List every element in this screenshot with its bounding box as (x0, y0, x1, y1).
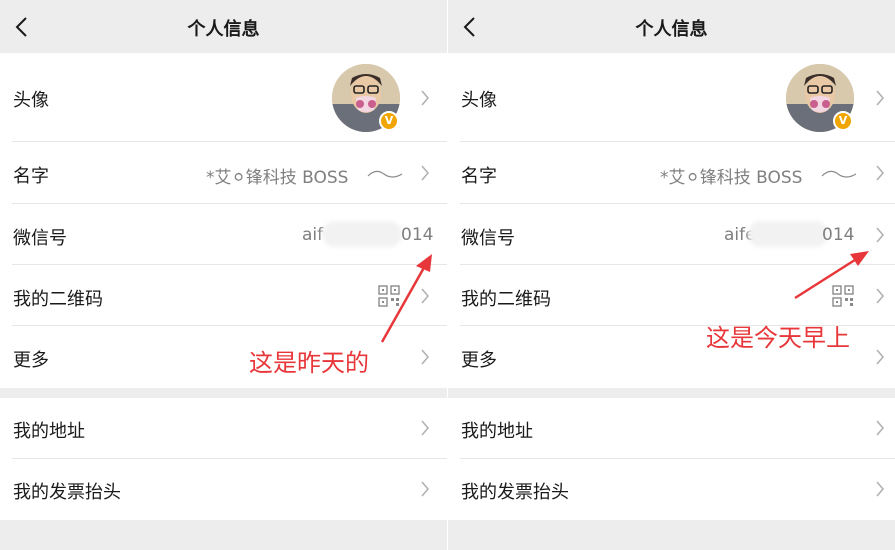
verified-badge: V (379, 111, 399, 131)
qr-code-row-label: 我的二维码 (13, 289, 103, 310)
chevron-right-icon (876, 481, 885, 497)
flourish-decoration (821, 170, 857, 178)
name-value: *艾⚪锋科技 BOSS (206, 168, 349, 188)
wechat-id-row-label: 微信号 (13, 228, 67, 249)
name-row-label: 名字 (13, 166, 49, 187)
more-row[interactable]: 更多 (0, 326, 447, 388)
name-row[interactable]: 名字 *艾⚪锋科技 BOSS (448, 142, 895, 204)
chevron-right-icon (876, 227, 885, 243)
wechat-id-row[interactable]: 微信号 aife 014 (448, 204, 895, 265)
name-row[interactable]: 名字 *艾⚪锋科技 BOSS (0, 142, 447, 204)
avatar-row[interactable]: 头像 V (0, 53, 447, 142)
chevron-right-icon (421, 349, 430, 365)
page-title: 个人信息 (187, 19, 260, 40)
qr-code-icon (378, 285, 400, 307)
qr-code-icon (832, 285, 854, 307)
wechat-id-row-label: 微信号 (461, 228, 515, 249)
chevron-right-icon (421, 90, 430, 106)
invoice-title-row-label: 我的发票抬头 (461, 482, 569, 503)
address-row[interactable]: 我的地址 (448, 398, 895, 459)
chevron-right-icon (876, 288, 885, 304)
nav-bar: 个人信息 (0, 0, 447, 53)
address-row[interactable]: 我的地址 (0, 398, 447, 459)
qr-code-row-label: 我的二维码 (461, 289, 551, 310)
redaction-blur (322, 221, 402, 247)
chevron-right-icon (421, 420, 430, 436)
address-invoice-group: 我的地址 我的发票抬头 (448, 398, 895, 520)
address-invoice-group: 我的地址 我的发票抬头 (0, 398, 447, 520)
chevron-right-icon (876, 90, 885, 106)
invoice-title-row[interactable]: 我的发票抬头 (448, 459, 895, 520)
redaction-blur (748, 221, 828, 247)
wechat-id-prefix: aif (302, 225, 324, 245)
name-value: *艾⚪锋科技 BOSS (660, 168, 803, 188)
qr-code-row[interactable]: 我的二维码 (0, 265, 447, 326)
more-row-label: 更多 (13, 350, 49, 371)
chevron-right-icon (876, 349, 885, 365)
name-row-label: 名字 (461, 166, 497, 187)
profile-settings-group: 头像 V 名字 *艾⚪锋科技 BOSS (0, 53, 447, 388)
avatar-row[interactable]: 头像 V (448, 53, 895, 142)
nav-bar: 个人信息 (448, 0, 895, 53)
annotation-text: 这是今天早上 (706, 324, 850, 352)
page-title: 个人信息 (635, 19, 708, 40)
wechat-id-suffix: 014 (401, 225, 434, 245)
avatar-row-label: 头像 (461, 90, 497, 111)
avatar-row-label: 头像 (13, 90, 49, 111)
chevron-right-icon (876, 420, 885, 436)
address-row-label: 我的地址 (13, 421, 85, 442)
flourish-decoration (367, 170, 403, 178)
qr-code-row[interactable]: 我的二维码 (448, 265, 895, 326)
wechat-id-suffix: 014 (822, 225, 855, 245)
right-profile-screen: 个人信息 头像 V 名字 *艾⚪锋科技 BOSS 微信号 aife 014 我的… (448, 0, 895, 550)
left-profile-screen: 个人信息 头像 V 名字 *艾⚪锋科技 BOSS 微信号 aif 014 我的二… (0, 0, 447, 550)
verified-badge: V (833, 111, 853, 131)
invoice-title-row[interactable]: 我的发票抬头 (0, 459, 447, 520)
wechat-id-row[interactable]: 微信号 aif 014 (0, 204, 447, 265)
chevron-right-icon (421, 481, 430, 497)
chevron-right-icon (421, 165, 430, 181)
annotation-text: 这是昨天的 (249, 349, 369, 377)
more-row-label: 更多 (461, 350, 497, 371)
address-row-label: 我的地址 (461, 421, 533, 442)
chevron-right-icon (421, 288, 430, 304)
invoice-title-row-label: 我的发票抬头 (13, 482, 121, 503)
chevron-right-icon (876, 165, 885, 181)
